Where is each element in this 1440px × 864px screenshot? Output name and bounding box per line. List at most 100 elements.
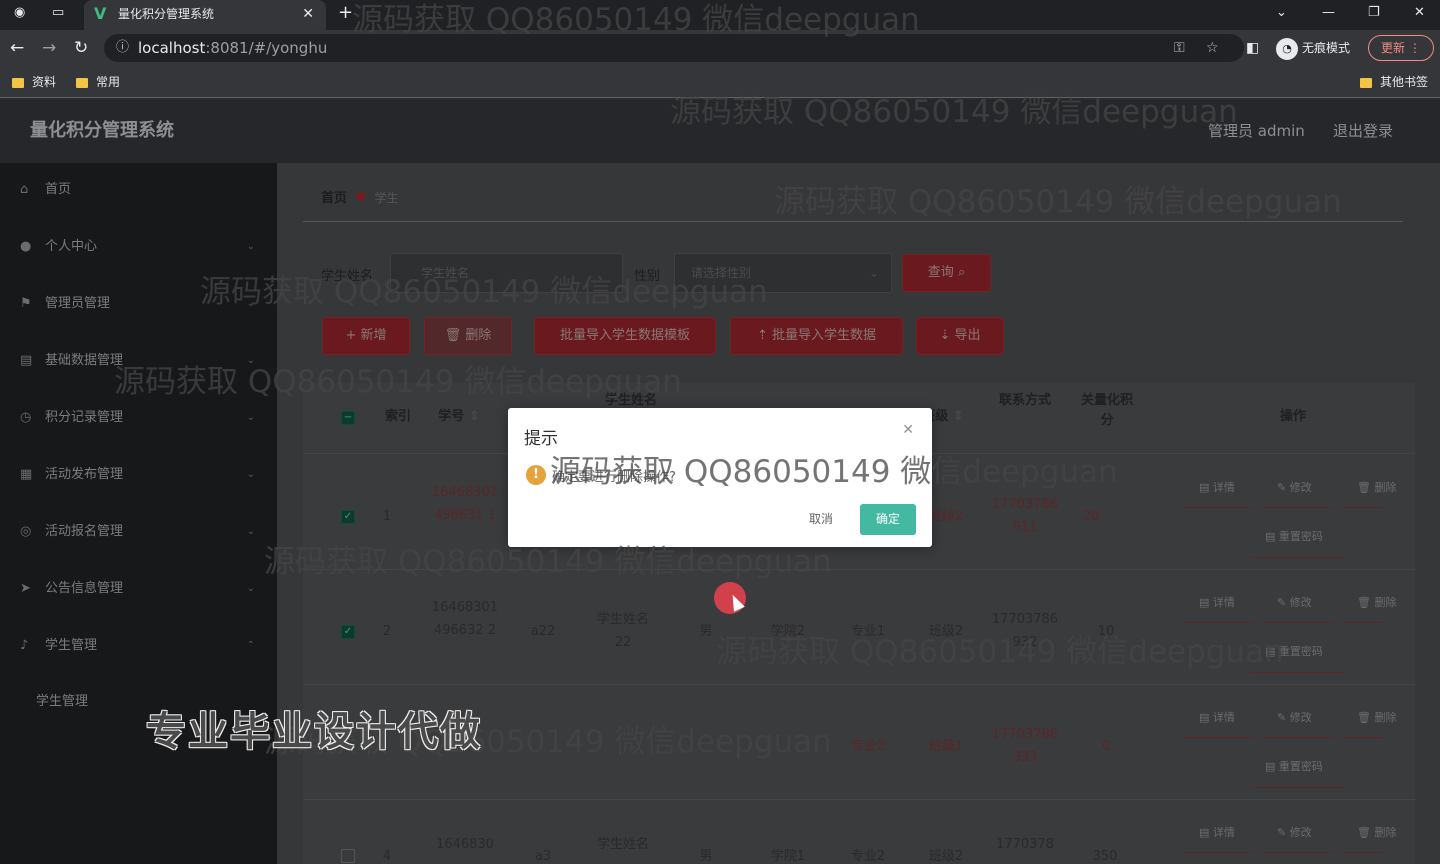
sidebar-subitem-student-management[interactable]: 学生管理 [36,690,88,709]
detail-button[interactable]: ▤ 详情 [1199,594,1235,612]
detail-button[interactable]: ▤ 详情 [1199,824,1235,842]
new-tab-icon[interactable]: + [338,0,353,26]
close-window-icon[interactable]: ✕ [1414,0,1425,26]
update-button[interactable]: 更新 ⋮ [1368,35,1434,61]
send-icon: ➤ [20,581,31,596]
cell-major: 专业2 [850,849,886,864]
chevron-up-icon: ⌃ [246,640,255,651]
other-bookmarks[interactable]: 其他书签 [1360,73,1428,91]
row-delete-button[interactable]: 🗑 删除 [1357,709,1396,727]
sidebar-item-notices[interactable]: ➤ 公告信息管理 ⌄ [0,569,277,609]
close-icon[interactable]: ✕ [902,422,914,438]
row-checkbox[interactable] [341,849,355,863]
button-underline [1343,507,1383,508]
header-student-no[interactable]: 学号 ⇕ [429,407,489,427]
row-delete-button[interactable]: 🗑 删除 [1357,824,1396,842]
cell-account: a22 [530,624,556,639]
browser-menu-icon[interactable]: ◉ [14,0,25,26]
sidebar-item-students[interactable]: ♪ 学生管理 ⌃ [0,626,277,666]
watermark: 源码获取 QQ86050149 微信deepguan [550,454,1118,490]
button-underline [1251,557,1345,558]
restore-icon[interactable]: ❐ [1368,0,1380,26]
address-bar[interactable]: ⓘ localhost:8081/#/yonghu ⚿ ☆ [104,34,1244,62]
minimize-icon[interactable]: — [1322,0,1335,26]
back-icon[interactable]: ← [10,36,24,60]
import-template-button[interactable]: 批量导入学生数据模板 [534,317,716,355]
edit-button[interactable]: ✎ 修改 [1277,709,1312,727]
edit-button[interactable]: ✎ 修改 [1277,824,1312,842]
close-tab-icon[interactable]: ✕ [302,0,314,28]
browser-tab[interactable]: V 量化积分管理系统 ✕ [84,0,326,30]
button-underline [1183,507,1253,508]
warning-icon: ! [526,465,546,485]
cell-class: 班级1 [928,739,964,754]
bookmark-folder-ziliao[interactable]: 资料 [12,73,56,91]
detail-button[interactable]: ▤ 详情 [1199,479,1235,497]
breadcrumb: 首页 ♥ 学生 [321,187,399,206]
cell-student-no: 1646830 [436,837,494,852]
tab-list-icon[interactable]: ⌄ [1276,0,1287,26]
confirm-button[interactable]: 确定 [860,504,916,535]
logout-link[interactable]: 退出登录 [1333,117,1393,145]
header-points: 关量化积分 [1080,393,1133,428]
edit-button[interactable]: ✎ 修改 [1277,479,1312,497]
cell-points: 20 [1082,509,1100,524]
sidepanel-icon[interactable]: ◧ [1246,36,1259,60]
watermark: 源码获取 QQ86050149 微信deepguan [352,2,920,38]
key-icon[interactable]: ⚿ [1174,34,1185,62]
button-underline [1343,622,1383,623]
detail-button[interactable]: ▤ 详情 [1199,709,1235,727]
sidebar-item-activity-signup[interactable]: ◎ 活动报名管理 ⌄ [0,512,277,552]
incognito-icon: ◔ [1276,37,1298,60]
select-all-checkbox[interactable]: − [341,411,355,425]
row-delete-button[interactable]: 🗑 删除 [1357,594,1396,612]
button-underline [1251,787,1345,788]
chevron-down-icon: ⌄ [246,412,255,423]
forward-icon[interactable]: → [42,36,56,60]
calendar-icon: ▦ [20,467,33,482]
reset-password-button[interactable]: ▤ 重置密码 [1265,758,1323,776]
cell-contact: 1770378 [996,837,1054,852]
sidebar-item-home[interactable]: ⌂ 首页 [0,170,277,210]
row-checkbox[interactable]: ✓ [341,510,355,524]
cell-index: 4 [382,849,392,864]
export-button[interactable]: ⇣ 导出 [916,317,1004,355]
bookmark-star-icon[interactable]: ☆ [1206,34,1219,62]
cancel-button[interactable]: 取消 [800,504,842,534]
circle-icon: ◎ [20,524,32,539]
import-button[interactable]: ⇡ 批量导入学生数据 [730,317,903,355]
row-checkbox[interactable]: ✓ [341,625,355,639]
sidebar-item-activity-publish[interactable]: ▦ 活动发布管理 ⌄ [0,455,277,495]
sidebar-item-profile[interactable]: ● 个人中心 ⌄ [0,227,277,267]
app-title: 量化积分管理系统 [30,120,174,141]
reload-icon[interactable]: ↻ [74,36,88,60]
breadcrumb-divider [303,221,1403,222]
sort-icon: ⇕ [952,409,964,424]
reset-password-button[interactable]: ▤ 重置密码 [1265,528,1323,546]
breadcrumb-home[interactable]: 首页 [321,191,347,206]
url-host: localhost [138,39,206,57]
row-delete-button[interactable]: 🗑 删除 [1357,479,1396,497]
header-ops: 操作 [1279,409,1306,424]
incognito-indicator[interactable]: ◔ 无痕模式 [1276,36,1350,60]
row-divider [303,684,1415,685]
bookmark-folder-changyong[interactable]: 常用 [76,73,120,91]
watermark: 源码获取 QQ86050149 微信deepguan [264,544,832,580]
site-info-icon[interactable]: ⓘ [116,34,129,62]
button-underline [1183,852,1253,853]
cell-account: a3 [534,849,552,864]
delete-button[interactable]: 🗑 删除 [424,317,512,355]
upload-icon: ⇡ [756,328,768,343]
user-icon: ● [20,239,32,254]
edit-button[interactable]: ✎ 修改 [1277,594,1312,612]
query-button[interactable]: 查询 ⌕ [902,254,991,292]
download-icon: ⇣ [939,328,951,343]
tab-search-icon[interactable]: ▭ [52,0,64,26]
sidebar-item-points-records[interactable]: ◷ 积分记录管理 ⌄ [0,398,277,438]
button-underline [1263,622,1333,623]
chevron-down-icon: ⌄ [246,583,255,594]
cell-contact: 17703786333 [991,727,1059,765]
trash-icon: 🗑 [444,328,462,343]
add-button[interactable]: + 新增 [322,317,410,355]
button-underline [1263,737,1333,738]
